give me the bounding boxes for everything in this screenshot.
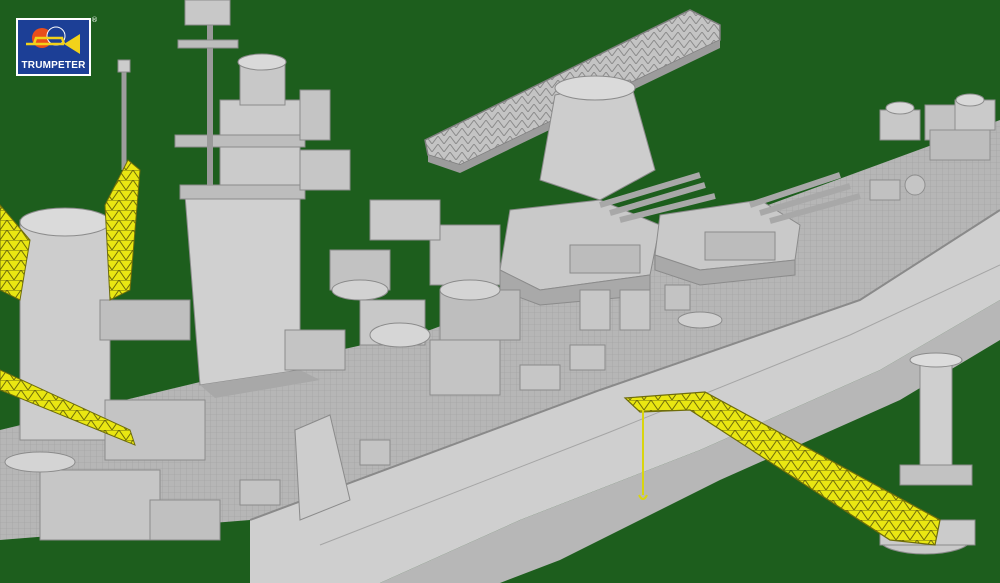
registered-mark: ® xyxy=(91,16,98,24)
ship-model-render xyxy=(0,0,1000,583)
brand-name: TRUMPETER xyxy=(21,60,86,71)
trumpet-icon xyxy=(26,26,80,54)
crane-post xyxy=(919,359,953,481)
brand-logo: TRUMPETER ® xyxy=(16,16,98,76)
